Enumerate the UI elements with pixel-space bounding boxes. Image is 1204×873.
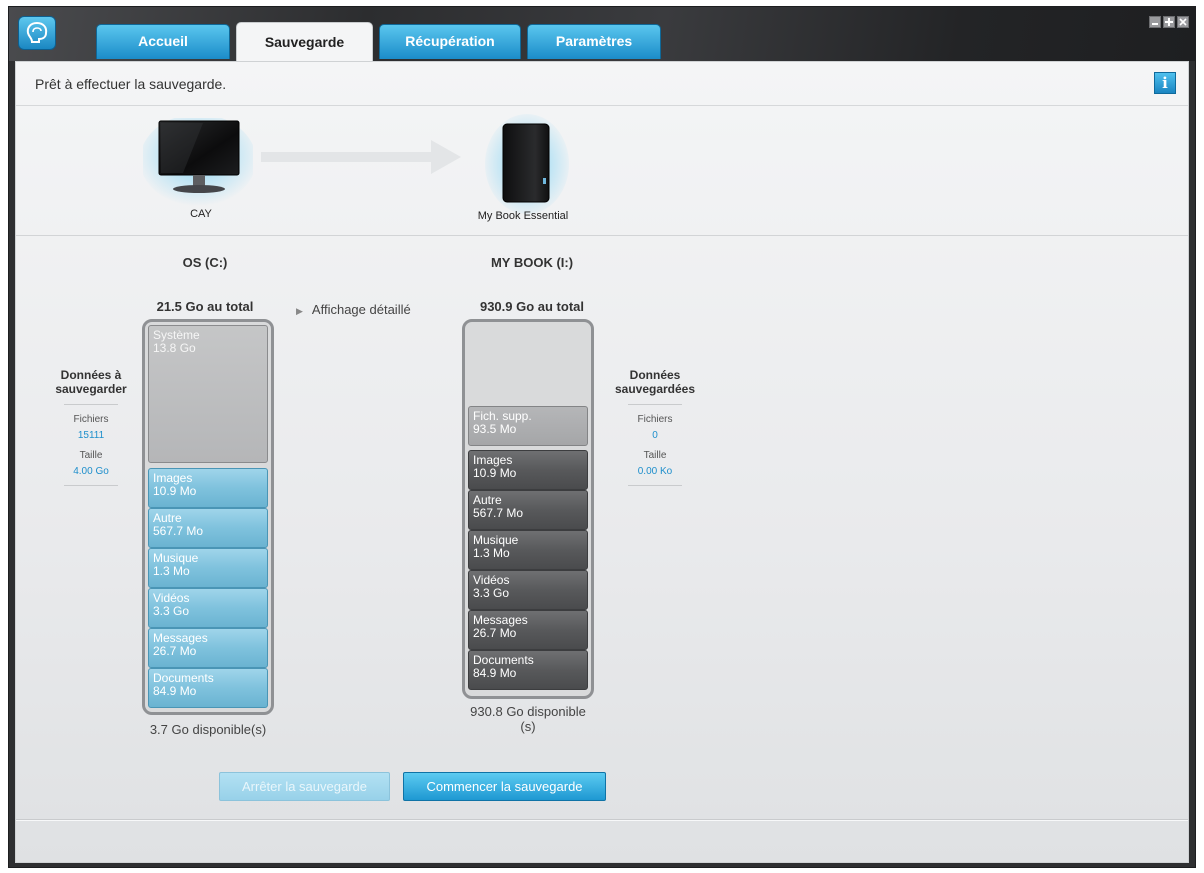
title-bar: Accueil Sauvegarde Récupération Paramètr… (9, 7, 1195, 62)
source-images-segment[interactable]: Images 10.9 Mo (148, 468, 268, 508)
device-row: CAY My Book Essential (16, 106, 1188, 236)
computer-icon (143, 118, 253, 206)
segment-size: 3.3 Go (153, 604, 190, 618)
source-device-label: CAY (190, 208, 212, 220)
backed-up-panel: Données sauvegardées Fichiers 0 Taille 0… (610, 368, 700, 486)
segment-size: 26.7 Mo (473, 626, 517, 640)
target-music-segment[interactable]: Musique 1.3 Mo (468, 530, 588, 570)
external-drive-icon (485, 114, 569, 214)
source-drive-total: 21.5 Go au total (156, 299, 254, 314)
stop-backup-button[interactable]: Arrêter la sauvegarde (219, 772, 390, 801)
source-other-segment[interactable]: Autre 567.7 Mo (148, 508, 268, 548)
segment-size: 13.8 Go (153, 341, 196, 355)
files-label: Fichiers (637, 414, 673, 425)
files-value: 15111 (77, 430, 105, 441)
tab-parametres[interactable]: Paramètres (527, 24, 661, 59)
expand-arrow-icon: ▶ (296, 306, 303, 316)
segment-size: 84.9 Mo (153, 684, 197, 698)
tab-sauvegarde[interactable]: Sauvegarde (236, 22, 373, 62)
source-documents-segment[interactable]: Documents 84.9 Mo (148, 668, 268, 708)
footer-divider (16, 819, 1188, 821)
divider (64, 404, 118, 405)
tab-recuperation[interactable]: Récupération (379, 24, 521, 59)
detailed-view-label: Affichage détaillé (311, 302, 411, 317)
source-music-segment[interactable]: Musique 1.3 Mo (148, 548, 268, 588)
size-value: 4.00 Go (73, 466, 109, 477)
minimize-icon[interactable] (1149, 16, 1161, 28)
target-drive-total: 930.9 Go au total (479, 299, 585, 314)
source-messages-segment[interactable]: Messages 26.7 Mo (148, 628, 268, 668)
segment-size: 567.7 Mo (473, 506, 524, 520)
tab-accueil[interactable]: Accueil (96, 24, 230, 59)
size-label: Taille (643, 450, 667, 461)
window-controls (1149, 16, 1189, 28)
divider (628, 404, 682, 405)
segment-size: 1.3 Mo (473, 546, 510, 560)
segment-size: 567.7 Mo (153, 524, 204, 538)
target-available: 930.8 Go disponible (s) (470, 704, 586, 734)
source-videos-segment[interactable]: Vidéos 3.3 Go (148, 588, 268, 628)
app-window: Accueil Sauvegarde Récupération Paramètr… (8, 6, 1196, 868)
target-videos-segment[interactable]: Vidéos 3.3 Go (468, 570, 588, 610)
source-system-segment: Système 13.8 Go (148, 325, 268, 463)
status-text: Prêt à effectuer la sauvegarde. (35, 76, 227, 92)
arrow-icon (261, 140, 461, 174)
source-available: 3.7 Go disponible(s) (149, 722, 267, 737)
target-documents-segment[interactable]: Documents 84.9 Mo (468, 650, 588, 690)
main-content: Prêt à effectuer la sauvegarde. i CAY My… (15, 61, 1189, 863)
maximize-icon[interactable] (1163, 16, 1175, 28)
files-value: 0 (652, 430, 658, 441)
segment-size: 84.9 Mo (473, 666, 517, 680)
detailed-view-toggle[interactable]: ▶ Affichage détaillé (296, 302, 411, 317)
divider (64, 485, 118, 486)
target-device-label: My Book Essential (477, 210, 569, 222)
close-icon[interactable] (1177, 16, 1189, 28)
size-value: 0.00 Ko (637, 466, 673, 477)
info-icon[interactable]: i (1154, 72, 1176, 94)
segment-size: 10.9 Mo (473, 466, 517, 480)
source-drive-gauge: Système 13.8 Go Images 10.9 Mo Autre 567… (142, 319, 274, 715)
status-bar: Prêt à effectuer la sauvegarde. i (16, 62, 1188, 106)
target-extra-files-segment[interactable]: Fich. supp. 93.5 Mo (468, 406, 588, 446)
segment-size: 1.3 Mo (153, 564, 190, 578)
segment-size: 3.3 Go (473, 586, 510, 600)
start-backup-button[interactable]: Commencer la sauvegarde (403, 772, 606, 801)
target-other-segment[interactable]: Autre 567.7 Mo (468, 490, 588, 530)
target-messages-segment[interactable]: Messages 26.7 Mo (468, 610, 588, 650)
size-label: Taille (79, 450, 103, 461)
to-backup-title: Données à sauvegarder (55, 368, 127, 396)
source-drive-name: OS (C:) (182, 255, 228, 270)
target-drive-name: MY BOOK (I:) (490, 255, 574, 270)
backed-up-title: Données sauvegardées (614, 368, 696, 396)
segment-size: 26.7 Mo (153, 644, 197, 658)
divider (628, 485, 682, 486)
target-images-segment[interactable]: Images 10.9 Mo (468, 450, 588, 490)
segment-size: 93.5 Mo (473, 422, 517, 436)
files-label: Fichiers (73, 414, 109, 425)
app-logo-icon[interactable] (18, 16, 56, 50)
to-backup-panel: Données à sauvegarder Fichiers 15111 Tai… (46, 368, 136, 486)
target-drive-gauge: Fich. supp. 93.5 Mo Images 10.9 Mo Autre… (462, 319, 594, 699)
segment-size: 10.9 Mo (153, 484, 197, 498)
